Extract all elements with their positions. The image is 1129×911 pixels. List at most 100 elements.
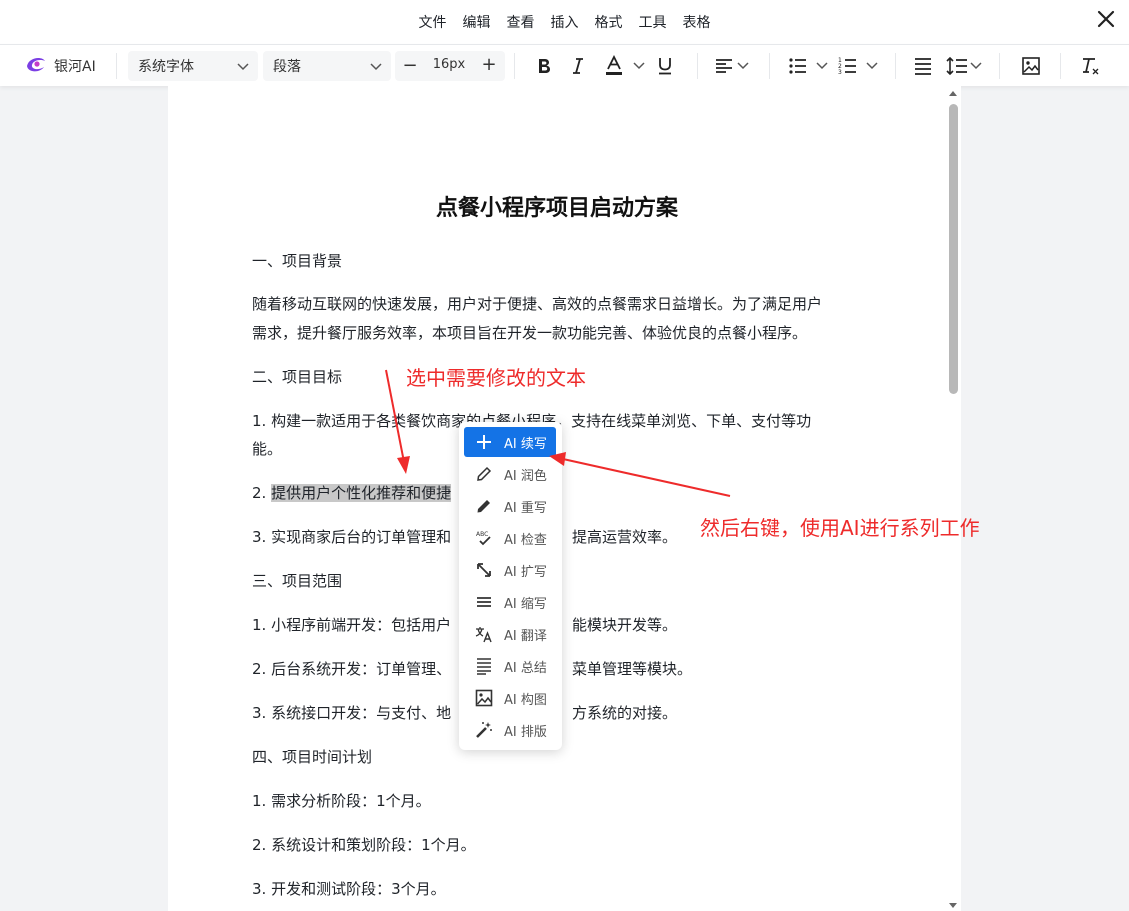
menu-edit[interactable]: 编辑 — [463, 12, 491, 32]
menu-item-ai-rewrite[interactable]: AI 重写 — [464, 491, 556, 521]
font-family-select[interactable]: 系统字体 — [128, 51, 258, 81]
menu-table[interactable]: 表格 — [683, 12, 711, 32]
ai-context-menu: AI 续写 AI 润色 AI 重写 ABC AI 检查 AI 扩写 AI 缩写 … — [459, 422, 562, 750]
heading-goals[interactable]: 二、项目目标 — [252, 366, 342, 387]
paragraph-line[interactable]: 能模块开发等。 — [572, 614, 677, 635]
scrollbar-thumb[interactable] — [949, 104, 958, 394]
menu-item-label: AI 翻译 — [504, 628, 547, 644]
italic-icon[interactable] — [566, 54, 590, 78]
chevron-down-icon[interactable] — [815, 58, 829, 72]
chevron-down-icon — [370, 63, 382, 71]
paragraph-line[interactable]: 3. 系统接口开发：与支付、地 — [252, 702, 451, 723]
underline-icon[interactable] — [653, 54, 677, 78]
menu-item-ai-continue[interactable]: AI 续写 — [464, 427, 556, 457]
paragraph-line[interactable]: 菜单管理等模块。 — [572, 658, 692, 679]
menu-item-label: AI 重写 — [504, 500, 547, 516]
divider — [697, 53, 698, 79]
paragraph-line[interactable]: 2. 提供用户个性化推荐和便捷 — [252, 482, 452, 503]
menu-item-ai-translate[interactable]: AI 翻译 — [464, 619, 556, 649]
menu-insert[interactable]: 插入 — [551, 12, 579, 32]
font-size-increase-button[interactable]: + — [478, 54, 500, 75]
menu-format[interactable]: 格式 — [595, 12, 623, 32]
scroll-up-icon[interactable] — [946, 88, 960, 98]
chevron-down-icon[interactable] — [632, 58, 646, 72]
scroll-down-icon[interactable] — [946, 901, 960, 911]
chevron-down-icon[interactable] — [865, 58, 879, 72]
paragraph-line[interactable]: 随着移动互联网的快速发展，用户对于便捷、高效的点餐需求日益增长。为了满足用户 — [252, 293, 822, 314]
bullet-list-icon[interactable] — [786, 54, 810, 78]
font-size-value[interactable]: 16px — [425, 57, 473, 72]
menu-item-label: AI 续写 — [504, 436, 547, 452]
divider — [895, 53, 896, 79]
summary-icon — [474, 656, 494, 676]
divider — [116, 53, 117, 79]
menu-item-ai-compose-image[interactable]: AI 构图 — [464, 683, 556, 713]
pencil-icon — [474, 496, 494, 516]
annotation-select-hint: 选中需要修改的文本 — [406, 366, 586, 390]
close-icon[interactable] — [1095, 8, 1117, 30]
menubar: 文件 编辑 查看 插入 格式 工具 表格 — [0, 0, 1129, 44]
spellcheck-icon: ABC — [474, 528, 494, 548]
heading-timeline[interactable]: 四、项目时间计划 — [252, 746, 372, 767]
paragraph-line[interactable]: 方系统的对接。 — [572, 702, 677, 723]
svg-text:3: 3 — [838, 69, 842, 76]
paragraph-line[interactable]: 提高运营效率。 — [572, 526, 677, 547]
menu-file[interactable]: 文件 — [419, 12, 447, 32]
clear-format-icon[interactable] — [1078, 54, 1102, 78]
align-left-icon[interactable] — [712, 54, 736, 78]
menu-item-ai-polish[interactable]: AI 润色 — [464, 459, 556, 489]
menu-item-label: AI 检查 — [504, 532, 547, 548]
chevron-down-icon[interactable] — [969, 58, 983, 72]
brand[interactable]: 银河AI — [24, 45, 96, 87]
paragraph-line[interactable]: 1. 小程序前端开发：包括用户 — [252, 614, 451, 635]
divider — [1060, 53, 1061, 79]
divider — [999, 53, 1000, 79]
menu-item-ai-condense[interactable]: AI 缩写 — [464, 587, 556, 617]
pencil-outline-icon — [474, 464, 494, 484]
plus-icon — [474, 432, 494, 452]
menu-item-label: AI 总结 — [504, 660, 547, 676]
paragraph-line[interactable]: 需求，提升餐厅服务效率，本项目旨在开发一款功能完善、体验优良的点餐小程序。 — [252, 322, 807, 343]
document-title[interactable]: 点餐小程序项目启动方案 — [168, 190, 946, 222]
paragraph-line[interactable]: 1. 需求分析阶段：1个月。 — [252, 790, 431, 811]
line-height-icon[interactable] — [945, 54, 969, 78]
font-size-decrease-button[interactable]: − — [399, 55, 421, 76]
block-format-select[interactable]: 段落 — [263, 51, 391, 81]
image-icon — [474, 688, 494, 708]
paragraph-line[interactable]: 2. 后台系统开发：订单管理、 — [252, 658, 451, 679]
brand-name: 银河AI — [54, 59, 96, 75]
heading-scope[interactable]: 三、项目范围 — [252, 570, 342, 591]
menu-item-label: AI 润色 — [504, 468, 547, 484]
heading-background[interactable]: 一、项目背景 — [252, 250, 342, 271]
indent-icon[interactable] — [911, 54, 935, 78]
menu-view[interactable]: 查看 — [507, 12, 535, 32]
bold-icon[interactable] — [532, 54, 556, 78]
magic-wand-icon — [474, 720, 494, 740]
menu-item-ai-summarize[interactable]: AI 总结 — [464, 651, 556, 681]
paragraph-line[interactable]: 3. 实现商家后台的订单管理和 — [252, 526, 451, 547]
translate-icon — [474, 624, 494, 644]
insert-image-icon[interactable] — [1019, 54, 1043, 78]
font-size-control: − 16px + — [395, 51, 505, 81]
list-number: 2. — [252, 484, 272, 502]
text-color-icon[interactable] — [602, 54, 626, 78]
chevron-down-icon[interactable] — [736, 58, 750, 72]
menu-tools[interactable]: 工具 — [639, 12, 667, 32]
svg-text:ABC: ABC — [476, 531, 488, 538]
menu-item-label: AI 扩写 — [504, 564, 547, 580]
lines-icon — [474, 592, 494, 612]
menu-item-label: AI 排版 — [504, 724, 547, 740]
selected-text[interactable]: 提供用户个性化推荐和便捷 — [271, 484, 452, 502]
block-format-value: 段落 — [273, 59, 301, 75]
menu-item-ai-check[interactable]: ABC AI 检查 — [464, 523, 556, 553]
menu-item-label: AI 缩写 — [504, 596, 547, 612]
divider — [514, 53, 515, 79]
font-family-value: 系统字体 — [138, 59, 194, 75]
expand-icon — [474, 560, 494, 580]
paragraph-line[interactable]: 能。 — [252, 438, 282, 459]
paragraph-line[interactable]: 2. 系统设计和策划阶段：1个月。 — [252, 834, 476, 855]
paragraph-line[interactable]: 3. 开发和测试阶段：3个月。 — [252, 878, 446, 899]
menu-item-ai-expand[interactable]: AI 扩写 — [464, 555, 556, 585]
menu-item-ai-layout[interactable]: AI 排版 — [464, 715, 556, 745]
numbered-list-icon[interactable]: 123 — [836, 54, 860, 78]
